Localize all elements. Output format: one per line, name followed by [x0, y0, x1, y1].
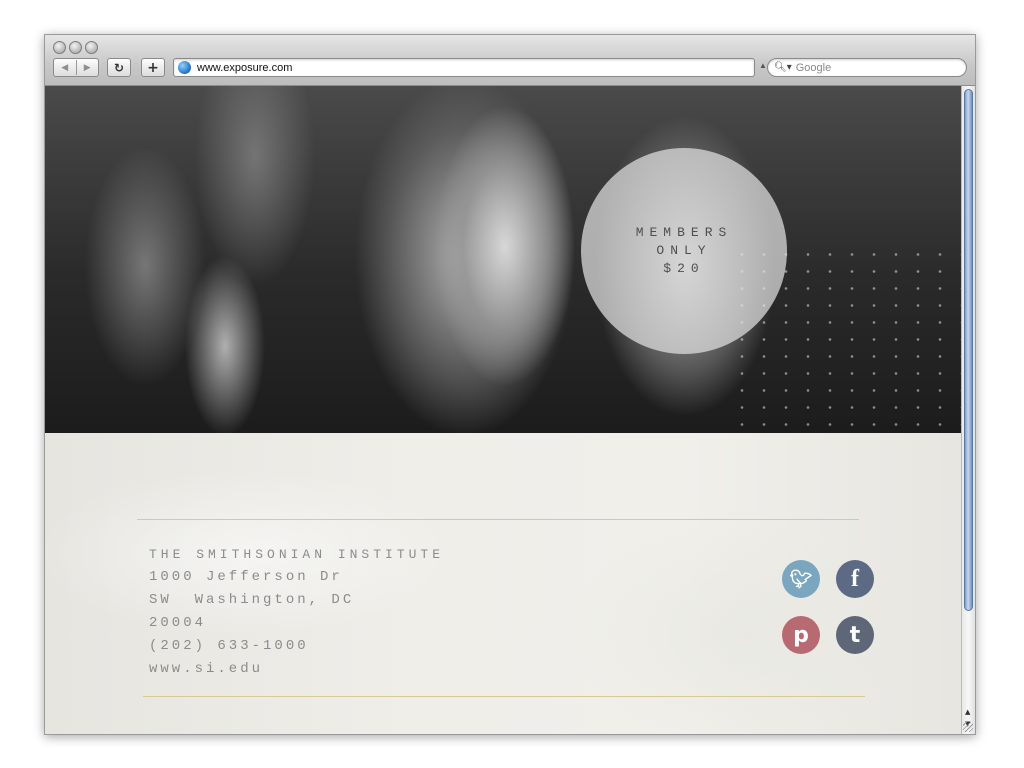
scroll-up-icon[interactable]: ▲ [965, 708, 970, 716]
site-globe-icon [178, 61, 191, 74]
back-icon[interactable]: ◀ [54, 63, 76, 73]
minimize-window-button[interactable] [69, 41, 82, 54]
caret-icon[interactable]: ▲ [759, 61, 767, 70]
pinterest-icon: p [793, 622, 809, 648]
organization-name: THE SMITHSONIAN INSTITUTE [149, 547, 445, 562]
contact-address: THE SMITHSONIAN INSTITUTE 1000 Jefferson… [149, 543, 444, 681]
bottom-divider [143, 696, 865, 697]
phone-number[interactable]: (202) 633-1000 [149, 635, 444, 658]
page-content: MEMBERS ONLY $20 THE SMITHSONIAN INSTITU… [45, 86, 961, 734]
street-address: 1000 Jefferson Dr [149, 569, 343, 585]
address-bar-url[interactable]: www.exposure.com [197, 62, 292, 74]
members-only-badge[interactable]: MEMBERS ONLY $20 [581, 148, 787, 354]
plus-icon: + [147, 59, 159, 76]
search-input[interactable] [795, 61, 956, 74]
website-link[interactable]: www.si.edu [149, 658, 444, 681]
tumblr-button[interactable]: t [836, 616, 874, 654]
resize-grip-icon[interactable] [963, 722, 973, 732]
scrollbar-thumb[interactable] [964, 89, 973, 611]
facebook-icon: f [851, 565, 859, 592]
facebook-button[interactable]: f [836, 560, 874, 598]
search-bar[interactable]: 🔍︎▾ [767, 58, 967, 77]
search-icon[interactable]: 🔍︎▾ [774, 62, 792, 73]
close-window-button[interactable] [53, 41, 66, 54]
add-bookmark-button[interactable]: + [141, 58, 165, 77]
vertical-scrollbar[interactable]: ▲ ▼ [961, 86, 975, 734]
pinterest-button[interactable]: p [782, 616, 820, 654]
forward-icon[interactable]: ▶ [77, 63, 99, 73]
top-divider [137, 519, 859, 520]
twitter-button[interactable]: 🐦︎ [782, 560, 820, 598]
city-state: SW Washington, DC [149, 592, 355, 608]
back-forward-buttons: ◀ ▶ [53, 58, 99, 77]
tumblr-icon: t [849, 622, 861, 648]
badge-line-2: ONLY [656, 243, 712, 258]
reload-icon: ↻ [113, 60, 125, 75]
zip-code: 20004 [149, 615, 207, 631]
badge-line-1: MEMBERS [635, 225, 733, 240]
zoom-window-button[interactable] [85, 41, 98, 54]
badge-price: $20 [663, 261, 705, 276]
reload-button[interactable]: ↻ [107, 58, 131, 77]
twitter-icon: 🐦︎ [789, 568, 813, 590]
address-bar[interactable]: www.exposure.com [173, 58, 755, 77]
hero-photo: MEMBERS ONLY $20 [45, 86, 961, 433]
browser-toolbar: ◀ ▶ ↻ + www.exposure.com ▲ 🔍︎▾ [45, 35, 975, 86]
footer-section: THE SMITHSONIAN INSTITUTE 1000 Jefferson… [45, 433, 961, 734]
browser-window: ◀ ▶ ↻ + www.exposure.com ▲ 🔍︎▾ MEMBERS O… [44, 34, 976, 735]
